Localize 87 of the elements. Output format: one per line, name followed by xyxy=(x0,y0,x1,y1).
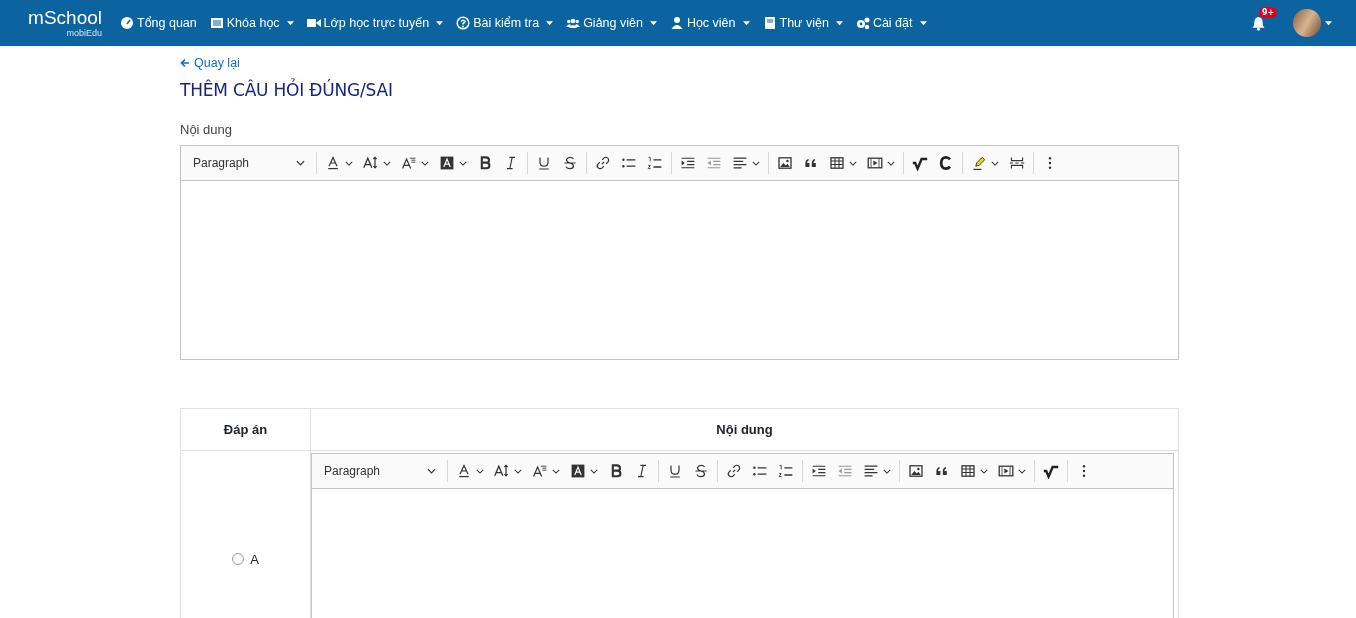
chevron-down-icon xyxy=(849,160,857,166)
font-color-icon xyxy=(456,463,472,479)
underline-icon xyxy=(536,155,552,171)
outdent-icon xyxy=(837,463,853,479)
strikethrough-icon xyxy=(693,463,709,479)
highlighter-icon xyxy=(971,155,987,171)
c-shape-icon xyxy=(938,155,954,171)
caret-icon xyxy=(286,20,294,26)
gauge-icon xyxy=(120,16,134,30)
font-size-icon xyxy=(494,463,510,479)
column-header: Nội dung xyxy=(311,409,1178,451)
cogs-icon xyxy=(855,16,870,30)
font-size-icon xyxy=(363,155,379,171)
nav-menu-item[interactable]: Giảng viên xyxy=(566,16,657,30)
chevron-down-icon xyxy=(883,468,891,474)
chevron-down-icon xyxy=(887,160,895,166)
chevron-down-icon xyxy=(980,468,988,474)
font-color-icon xyxy=(325,155,341,171)
checkmark-icon xyxy=(912,155,928,171)
font-family-icon xyxy=(401,155,417,171)
chevron-down-icon xyxy=(514,468,522,474)
caret-icon xyxy=(546,20,554,26)
chevron-down-icon xyxy=(590,468,598,474)
field-label: Nội dung xyxy=(180,122,234,137)
caret-icon[interactable] xyxy=(1325,20,1332,26)
indent-icon xyxy=(680,155,696,171)
align-icon xyxy=(732,155,748,171)
caret-icon xyxy=(742,20,750,26)
chevron-down-icon xyxy=(427,468,436,474)
arrow-left-icon xyxy=(180,58,190,68)
back-link[interactable]: Quay lại xyxy=(180,56,240,70)
caret-icon xyxy=(919,20,927,26)
font-family-icon xyxy=(532,463,548,479)
font-background-icon xyxy=(439,155,455,171)
media-icon xyxy=(867,155,883,171)
nav-menu-item[interactable]: Tổng quan xyxy=(120,16,197,30)
outdent-icon xyxy=(706,155,722,171)
image-icon xyxy=(908,463,924,479)
nav-menu-item[interactable]: Cài đặt xyxy=(855,16,927,30)
nav-menu-item[interactable]: Học viên xyxy=(669,16,750,30)
chevron-down-icon xyxy=(476,468,484,474)
chevron-down-icon xyxy=(421,160,429,166)
link-icon xyxy=(595,155,611,171)
paragraph-dropdown[interactable]: Paragraph xyxy=(316,464,444,478)
nav-menu-item[interactable]: Thư viện xyxy=(762,16,843,30)
paragraph-dropdown[interactable]: Paragraph xyxy=(185,156,313,170)
book-icon xyxy=(762,16,777,30)
underline-icon xyxy=(667,463,683,479)
link-icon xyxy=(726,463,742,479)
chevron-down-icon xyxy=(459,160,467,166)
numbered-list-icon xyxy=(778,463,794,479)
logo[interactable]: mSchool mobiEdu xyxy=(14,7,102,39)
nav-menu-item[interactable]: Bài kiểm tra xyxy=(456,16,554,30)
page-title: THÊM CÂU HỎI ĐÚNG/SAI xyxy=(180,80,394,100)
video-icon xyxy=(306,16,321,30)
notification-badge: 9+ xyxy=(1259,6,1278,18)
page-break-icon xyxy=(1009,155,1025,171)
indent-icon xyxy=(811,463,827,479)
chevron-down-icon xyxy=(345,160,353,166)
column-header: Đáp án xyxy=(181,409,311,451)
chevron-down-icon xyxy=(991,160,999,166)
checkmark-icon xyxy=(1043,463,1059,479)
chevron-down-icon xyxy=(296,160,305,166)
caret-icon xyxy=(649,20,657,26)
chevron-down-icon xyxy=(552,468,560,474)
font-background-icon xyxy=(570,463,586,479)
answer-radio-option[interactable]: A xyxy=(232,551,259,567)
align-icon xyxy=(863,463,879,479)
strikethrough-icon xyxy=(562,155,578,171)
caret-icon xyxy=(436,20,444,26)
users-icon xyxy=(566,16,581,30)
avatar-photo-placeholder[interactable] xyxy=(1293,9,1321,37)
user-icon xyxy=(669,16,684,30)
media-icon xyxy=(998,463,1014,479)
nav-menu-item[interactable]: Lớp học trực tuyến xyxy=(306,16,444,30)
chevron-down-icon xyxy=(1018,468,1026,474)
question-icon xyxy=(456,16,471,30)
chevron-down-icon xyxy=(383,160,391,166)
caret-icon xyxy=(835,20,843,26)
chevron-down-icon xyxy=(752,160,760,166)
image-icon xyxy=(777,155,793,171)
numbered-list-icon xyxy=(647,155,663,171)
nav-menu-item[interactable]: Khóa học xyxy=(209,16,294,30)
table-icon xyxy=(829,155,845,171)
bell-icon[interactable] xyxy=(1252,15,1265,31)
table-icon xyxy=(960,463,976,479)
list-icon xyxy=(209,16,224,30)
